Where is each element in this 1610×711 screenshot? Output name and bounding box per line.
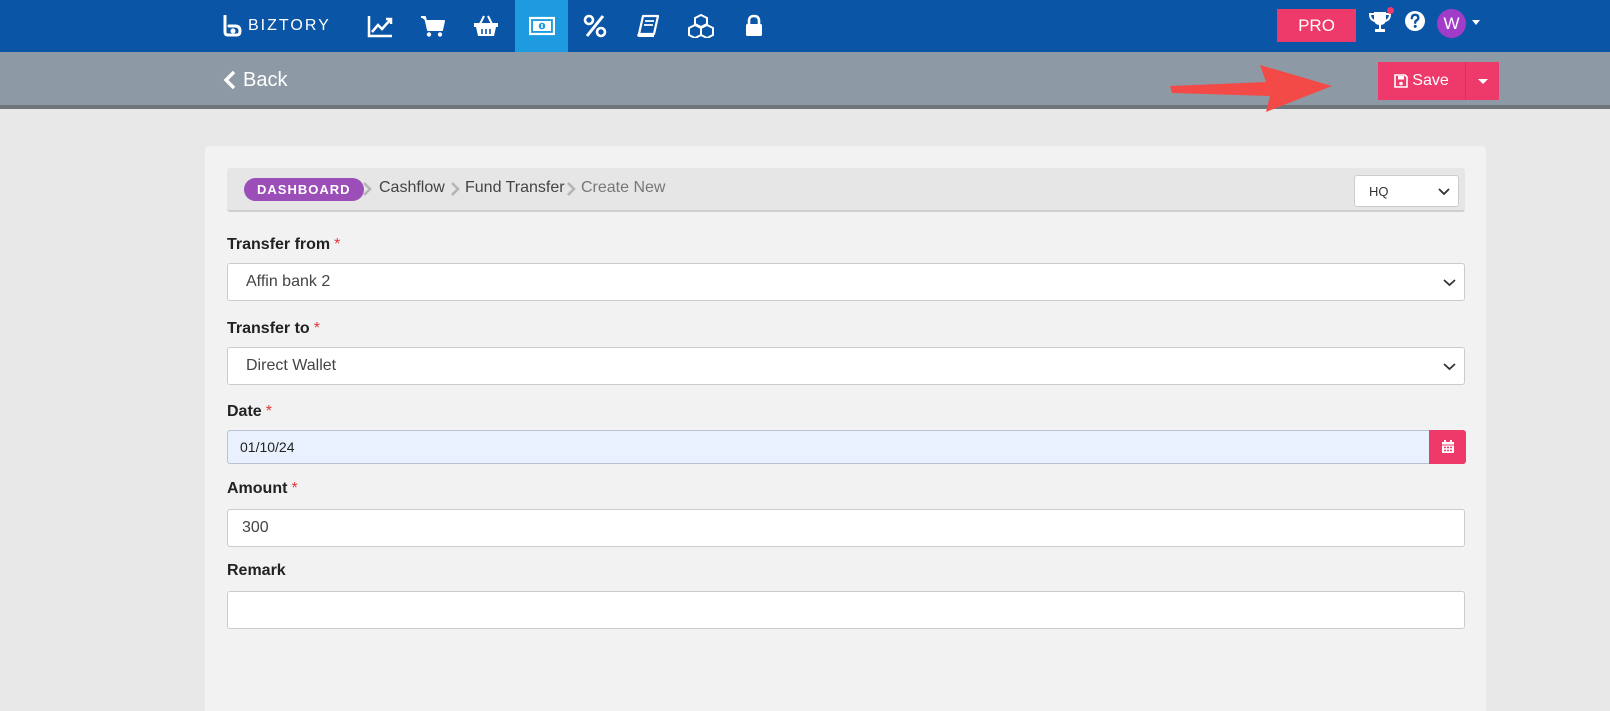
date-label: Date * — [227, 403, 272, 421]
form-card: DASHBOARD Cashflow Fund Transfer Create … — [205, 146, 1486, 711]
amount-input[interactable]: 300 — [227, 509, 1465, 547]
save-options-toggle[interactable] — [1465, 62, 1499, 100]
transfer-from-value: Affin bank 2 — [246, 273, 331, 290]
date-picker-button[interactable] — [1429, 430, 1466, 464]
money-bill-icon — [528, 16, 555, 36]
nav-tax[interactable] — [568, 0, 621, 52]
breadcrumb-create-new: Create New — [581, 179, 666, 196]
required-marker: * — [291, 480, 298, 497]
nav-cashflow[interactable] — [515, 0, 568, 52]
back-label: Back — [243, 68, 288, 91]
top-navbar: BIZTORY PRO W — [0, 0, 1610, 52]
chart-line-icon — [367, 16, 392, 38]
transfer-to-value: Direct Wallet — [246, 357, 337, 374]
transfer-to-label-text: Transfer to — [227, 320, 310, 337]
branch-select-value: HQ — [1369, 183, 1389, 199]
nav-security[interactable] — [727, 0, 780, 52]
remark-label-text: Remark — [227, 562, 286, 579]
basket-icon — [473, 15, 498, 36]
caret-down-icon — [1477, 78, 1488, 84]
remark-label: Remark — [227, 562, 286, 580]
amount-label: Amount * — [227, 480, 298, 498]
date-value: 01/10/24 — [240, 439, 295, 455]
breadcrumb-dashboard[interactable]: DASHBOARD — [244, 178, 364, 201]
lock-icon — [745, 14, 762, 36]
annotation-arrow-icon — [1170, 65, 1332, 112]
percent-icon — [583, 14, 606, 38]
back-button[interactable]: Back — [223, 66, 287, 94]
transfer-from-label-text: Transfer from — [227, 236, 331, 253]
book-icon — [636, 14, 659, 37]
nav-sales[interactable] — [406, 0, 459, 52]
shopping-cart-icon — [420, 16, 445, 37]
cubes-icon — [687, 14, 714, 38]
nav-accounting[interactable] — [621, 0, 674, 52]
brand-name: BIZTORY — [248, 17, 331, 34]
breadcrumb: DASHBOARD Cashflow Fund Transfer Create … — [227, 168, 1465, 212]
chevron-right-icon — [363, 182, 372, 196]
required-marker: * — [334, 236, 341, 253]
amount-label-text: Amount — [227, 480, 288, 497]
user-avatar[interactable]: W — [1437, 9, 1466, 38]
floppy-disk-icon — [1394, 74, 1409, 88]
calendar-icon — [1441, 440, 1454, 453]
nav-reports[interactable] — [353, 0, 406, 52]
nav-inventory[interactable] — [674, 0, 727, 52]
question-circle-icon[interactable] — [1404, 10, 1426, 32]
breadcrumb-fund-transfer[interactable]: Fund Transfer — [465, 179, 565, 197]
transfer-to-select[interactable]: Direct Wallet — [227, 347, 1465, 385]
chevron-left-icon — [223, 70, 236, 90]
save-button-group: Save — [1378, 62, 1499, 100]
save-button[interactable]: Save — [1378, 62, 1465, 100]
chevron-right-icon — [451, 182, 460, 196]
nav-purchases[interactable] — [459, 0, 512, 52]
transfer-to-label: Transfer to * — [227, 320, 320, 338]
chevron-down-icon — [1438, 188, 1450, 196]
transfer-from-select[interactable]: Affin bank 2 — [227, 263, 1465, 301]
chevron-right-icon — [567, 182, 576, 196]
required-marker: * — [265, 403, 272, 420]
date-input[interactable]: 01/10/24 — [227, 430, 1429, 464]
remark-input[interactable] — [227, 591, 1465, 629]
amount-value: 300 — [242, 519, 269, 536]
brand-logo[interactable]: BIZTORY — [222, 12, 331, 40]
action-bar: Back — [0, 52, 1610, 109]
branch-select[interactable]: HQ — [1354, 175, 1459, 207]
transfer-from-label: Transfer from * — [227, 236, 340, 254]
required-marker: * — [313, 320, 320, 337]
chevron-down-icon — [1443, 279, 1456, 287]
pro-button[interactable]: PRO — [1277, 9, 1356, 42]
chevron-down-icon — [1443, 363, 1456, 371]
biztory-logo-icon — [223, 15, 242, 37]
date-label-text: Date — [227, 403, 262, 420]
save-label: Save — [1412, 72, 1449, 89]
breadcrumb-cashflow[interactable]: Cashflow — [379, 179, 445, 197]
notification-dot — [1387, 7, 1394, 14]
chevron-down-icon[interactable] — [1472, 20, 1480, 25]
